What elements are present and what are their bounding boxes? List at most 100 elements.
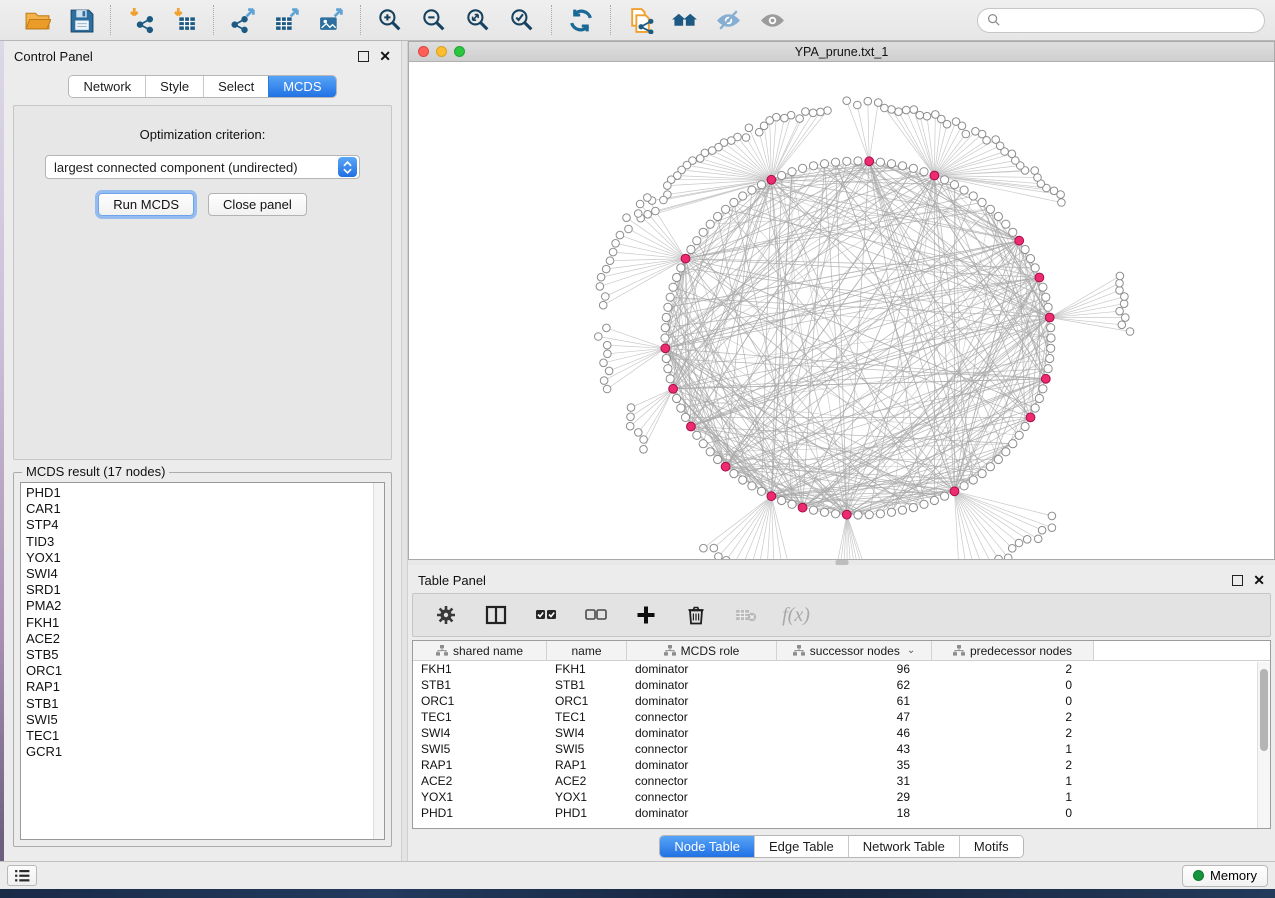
cell-predecessor-nodes[interactable]: 2 [932, 710, 1094, 724]
mcds-result-item[interactable]: SWI5 [26, 712, 384, 728]
zoom-fit-button[interactable] [459, 4, 497, 36]
cell-shared-name[interactable]: SWI5 [413, 742, 547, 756]
cell-shared-name[interactable]: YOX1 [413, 790, 547, 804]
table-scrollbar[interactable] [1257, 662, 1270, 828]
cell-predecessor-nodes[interactable]: 0 [932, 678, 1094, 692]
cell-successor-nodes[interactable]: 46 [777, 726, 932, 740]
mcds-result-item[interactable]: TEC1 [26, 728, 384, 744]
mcds-result-item[interactable]: SRD1 [26, 582, 384, 598]
mcds-result-item[interactable]: PHD1 [26, 485, 384, 501]
network-graph[interactable] [409, 62, 1274, 559]
zoom-out-button[interactable] [415, 4, 453, 36]
search-field[interactable] [977, 8, 1265, 33]
cell-predecessor-nodes[interactable]: 1 [932, 742, 1094, 756]
refresh-button[interactable] [562, 4, 600, 36]
column-header-successor-nodes[interactable]: successor nodes⌄ [777, 641, 932, 660]
first-neighbors-button[interactable] [665, 4, 703, 36]
mcds-result-item[interactable]: STB1 [26, 696, 384, 712]
tab-network-table[interactable]: Network Table [848, 836, 959, 857]
table-row[interactable]: ACE2ACE2connector311 [413, 773, 1270, 789]
cell-successor-nodes[interactable]: 96 [777, 662, 932, 676]
tab-mcds[interactable]: MCDS [268, 76, 335, 97]
mcds-result-item[interactable]: ACE2 [26, 631, 384, 647]
column-header-MCDS-role[interactable]: MCDS role [627, 641, 777, 660]
zoom-selected-button[interactable] [503, 4, 541, 36]
cell-name[interactable]: SWI5 [547, 742, 627, 756]
table-row[interactable]: STB1STB1dominator620 [413, 677, 1270, 693]
table-row[interactable]: PHD1PHD1dominator180 [413, 805, 1270, 821]
cell-predecessor-nodes[interactable]: 0 [932, 694, 1094, 708]
cell-predecessor-nodes[interactable]: 2 [932, 758, 1094, 772]
cell-shared-name[interactable]: TEC1 [413, 710, 547, 724]
deselect-all-button[interactable] [583, 602, 609, 628]
tab-select[interactable]: Select [203, 76, 268, 97]
show-columns-button[interactable] [483, 602, 509, 628]
cell-MCDS-role[interactable]: dominator [627, 662, 777, 676]
table-row[interactable]: YOX1YOX1connector291 [413, 789, 1270, 805]
mcds-result-item[interactable]: GCR1 [26, 744, 384, 760]
cell-successor-nodes[interactable]: 43 [777, 742, 932, 756]
vertical-splitter[interactable] [401, 41, 408, 861]
mcds-result-item[interactable]: YOX1 [26, 550, 384, 566]
cell-MCDS-role[interactable]: connector [627, 774, 777, 788]
tab-network[interactable]: Network [69, 76, 145, 97]
cell-predecessor-nodes[interactable]: 0 [932, 806, 1094, 820]
float-panel-icon[interactable] [358, 51, 369, 62]
cell-predecessor-nodes[interactable]: 1 [932, 790, 1094, 804]
cell-shared-name[interactable]: ORC1 [413, 694, 547, 708]
column-header-shared-name[interactable]: shared name [413, 641, 547, 660]
table-row[interactable]: ORC1ORC1dominator610 [413, 693, 1270, 709]
open-folder-button[interactable] [18, 4, 56, 36]
cell-successor-nodes[interactable]: 61 [777, 694, 932, 708]
export-image-button[interactable] [312, 4, 350, 36]
mcds-result-item[interactable]: CAR1 [26, 501, 384, 517]
tab-node-table[interactable]: Node Table [660, 836, 754, 857]
mcds-list-scrollbar[interactable] [373, 483, 384, 839]
cell-name[interactable]: SWI4 [547, 726, 627, 740]
cell-MCDS-role[interactable]: dominator [627, 806, 777, 820]
cell-MCDS-role[interactable]: connector [627, 790, 777, 804]
memory-button[interactable]: Memory [1182, 865, 1268, 887]
table-row[interactable]: TEC1TEC1connector472 [413, 709, 1270, 725]
network-titlebar[interactable]: YPA_prune.txt_1 [409, 42, 1274, 62]
import-network-button[interactable] [121, 4, 159, 36]
mcds-result-item[interactable]: STP4 [26, 517, 384, 533]
export-table-button[interactable] [268, 4, 306, 36]
hide-selected-button[interactable] [709, 4, 747, 36]
cell-successor-nodes[interactable]: 47 [777, 710, 932, 724]
create-column-button[interactable] [633, 602, 659, 628]
cell-MCDS-role[interactable]: connector [627, 742, 777, 756]
cell-shared-name[interactable]: FKH1 [413, 662, 547, 676]
table-row[interactable]: SWI4SWI4dominator462 [413, 725, 1270, 741]
float-table-panel-icon[interactable] [1232, 575, 1243, 586]
cell-shared-name[interactable]: PHD1 [413, 806, 547, 820]
tab-motifs[interactable]: Motifs [959, 836, 1023, 857]
cell-name[interactable]: RAP1 [547, 758, 627, 772]
run-mcds-button[interactable]: Run MCDS [98, 193, 194, 216]
zoom-in-button[interactable] [371, 4, 409, 36]
mcds-result-item[interactable]: FKH1 [26, 615, 384, 631]
tab-edge-table[interactable]: Edge Table [754, 836, 848, 857]
mcds-result-item[interactable]: SWI4 [26, 566, 384, 582]
cell-MCDS-role[interactable]: dominator [627, 694, 777, 708]
mcds-result-item[interactable]: TID3 [26, 534, 384, 550]
cell-name[interactable]: STB1 [547, 678, 627, 692]
mcds-result-list[interactable]: PHD1CAR1STP4TID3YOX1SWI4SRD1PMA2FKH1ACE2… [20, 482, 385, 840]
close-panel-button[interactable]: Close panel [208, 193, 307, 216]
criterion-dropdown[interactable]: largest connected component (undirected) [45, 155, 360, 179]
select-all-button[interactable] [533, 602, 559, 628]
cell-name[interactable]: FKH1 [547, 662, 627, 676]
cell-name[interactable]: ORC1 [547, 694, 627, 708]
cell-MCDS-role[interactable]: dominator [627, 726, 777, 740]
cell-shared-name[interactable]: SWI4 [413, 726, 547, 740]
table-scrollbar-thumb[interactable] [1260, 669, 1268, 751]
mcds-result-item[interactable]: PMA2 [26, 598, 384, 614]
duplicate-network-button[interactable] [621, 4, 659, 36]
cell-predecessor-nodes[interactable]: 1 [932, 774, 1094, 788]
export-network-button[interactable] [224, 4, 262, 36]
cell-shared-name[interactable]: ACE2 [413, 774, 547, 788]
cell-MCDS-role[interactable]: connector [627, 710, 777, 724]
table-row[interactable]: SWI5SWI5connector431 [413, 741, 1270, 757]
cell-shared-name[interactable]: STB1 [413, 678, 547, 692]
cell-shared-name[interactable]: RAP1 [413, 758, 547, 772]
